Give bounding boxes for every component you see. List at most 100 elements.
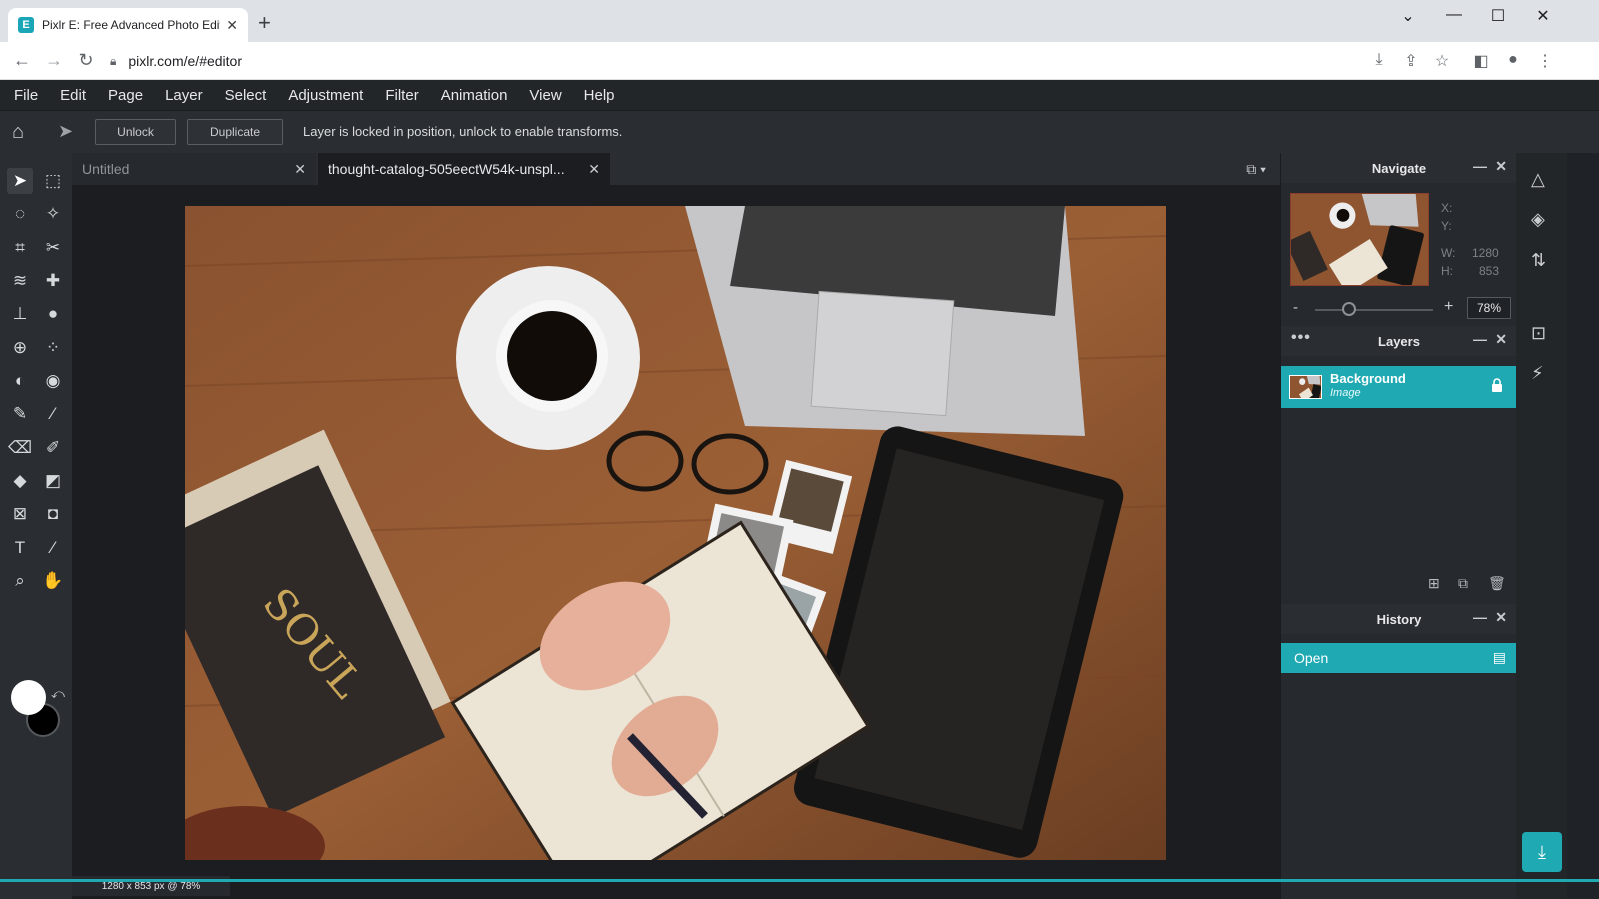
pixelate-icon[interactable]: ⁘ [40, 335, 66, 361]
liquify-icon[interactable]: ≋ [7, 268, 33, 294]
ai-icon[interactable]: ⚡︎ [1531, 363, 1544, 384]
menu-edit[interactable]: Edit [60, 87, 86, 104]
doc-tab-photo[interactable]: thought-catalog-505eectW54k-unspl... ✕ [318, 153, 610, 185]
crop-icon[interactable]: ⌗ [7, 235, 33, 261]
wand-icon[interactable]: ✧ [40, 201, 66, 227]
close-doc-tab-icon[interactable]: ✕ [294, 161, 306, 178]
menu-page[interactable]: Page [108, 87, 143, 104]
close-doc-tab-icon[interactable]: ✕ [588, 161, 600, 178]
frame-icon[interactable]: ⊠ [7, 501, 33, 527]
arrange-icon[interactable]: ➤ [7, 168, 33, 194]
pencil-icon[interactable]: ✎ [7, 401, 33, 427]
home-icon[interactable]: ⌂ [12, 121, 24, 144]
new-tab-button[interactable]: + [258, 12, 271, 34]
close-panel-icon[interactable]: ✕ [1495, 158, 1507, 175]
navigator-thumbnail[interactable] [1290, 193, 1429, 286]
arrange-tool-icon: ➤ [58, 121, 74, 141]
swap-colors-icon[interactable]: ⤺ [51, 686, 65, 702]
browser-tab[interactable]: E Pixlr E: Free Advanced Photo Edit ✕ [8, 8, 248, 42]
cutout-icon[interactable]: ✂ [40, 235, 66, 261]
close-panel-icon[interactable]: ✕ [1495, 609, 1507, 626]
history-item-label: Open [1294, 650, 1329, 666]
fit-icon[interactable]: ⊡ [1531, 323, 1546, 344]
zoom-in-button[interactable]: + [1444, 298, 1453, 316]
bookmark-star-icon[interactable]: ☆ [1432, 51, 1452, 71]
zoom-slider[interactable] [1315, 309, 1433, 311]
navigator-thumbnail-image [1291, 194, 1428, 285]
menu-view[interactable]: View [529, 87, 561, 104]
menu-filter[interactable]: Filter [385, 87, 418, 104]
clone-icon[interactable]: ⊥ [7, 301, 33, 327]
sponge-icon[interactable]: ⊕ [7, 335, 33, 361]
minimize-panel-icon[interactable]: — [1473, 331, 1487, 347]
download-button[interactable]: ⤓ [1522, 832, 1562, 872]
layers-header: ••• Layers — ✕ [1281, 326, 1517, 356]
eraser-icon[interactable]: ⌫ [7, 435, 33, 461]
fill-icon[interactable]: ◆ [7, 468, 33, 494]
reload-icon[interactable]: ↻ [75, 50, 97, 71]
close-window-button[interactable]: ✕ [1523, 6, 1563, 26]
zoom-icon[interactable]: ⌕ [7, 568, 33, 594]
share-icon[interactable]: ⇪ [1401, 51, 1421, 71]
color-replace-icon[interactable]: ✐ [40, 435, 66, 461]
foreground-color-swatch[interactable] [11, 680, 46, 715]
layer-item-background[interactable]: Background Image [1281, 366, 1517, 408]
minimize-panel-icon[interactable]: — [1473, 609, 1487, 625]
back-icon[interactable]: ← [11, 50, 33, 71]
marquee-icon[interactable]: ⬚ [40, 168, 66, 194]
doc-tab-label: Untitled [82, 161, 130, 177]
url-field[interactable]: 🔒︎ pixlr.com/e/#editor [110, 47, 1360, 75]
hand-icon[interactable]: ✋ [40, 568, 66, 594]
pixlr-app: File Edit Page Layer Select Adjustment F… [0, 80, 1599, 899]
history-icon[interactable]: ⇅ [1531, 250, 1546, 271]
shape-icon[interactable]: ◘ [40, 501, 66, 527]
app-menubar: File Edit Page Layer Select Adjustment F… [0, 80, 1599, 110]
blur-icon[interactable]: ● [40, 301, 66, 327]
eyedropper-icon[interactable]: ⁄ [40, 535, 66, 561]
text-icon[interactable]: T [7, 535, 33, 561]
menu-help[interactable]: Help [584, 87, 615, 104]
add-layer-icon[interactable]: ⊞ [1428, 575, 1440, 592]
lock-icon[interactable] [1491, 378, 1503, 392]
window-mode-icon[interactable]: ⧉ ▾ [1246, 161, 1266, 178]
minimize-panel-icon[interactable]: — [1473, 158, 1487, 174]
lasso-icon[interactable]: ◌ [7, 201, 33, 227]
dodge-icon[interactable]: ◐ [7, 368, 33, 394]
layers-title: Layers [1378, 333, 1420, 349]
profile-avatar-icon[interactable]: ● [1503, 51, 1523, 69]
brush-icon[interactable]: ⁄ [40, 401, 66, 427]
duplicate-layer-icon[interactable]: ⧉ [1458, 575, 1468, 592]
close-tab-icon[interactable]: ✕ [226, 17, 238, 34]
install-app-icon[interactable]: ⤓ [1369, 51, 1389, 69]
history-item-open[interactable]: Open ▤ [1281, 643, 1517, 673]
maximize-window-button[interactable]: ☐ [1478, 6, 1518, 26]
close-panel-icon[interactable]: ✕ [1495, 331, 1507, 348]
image-canvas[interactable]: SOUL [185, 206, 1166, 860]
burn-icon[interactable]: ◉ [40, 368, 66, 394]
unlock-button[interactable]: Unlock [95, 119, 176, 145]
gradient-icon[interactable]: ◩ [40, 468, 66, 494]
navigate-header: Navigate — ✕ [1281, 153, 1517, 183]
tab-search-icon[interactable]: ⌄ [1388, 6, 1428, 26]
menu-layer[interactable]: Layer [165, 87, 203, 104]
minimize-window-button[interactable]: — [1434, 6, 1474, 24]
menu-file[interactable]: File [14, 87, 38, 104]
doc-tab-untitled[interactable]: Untitled ✕ [72, 153, 316, 185]
browser-menu-icon[interactable]: ⋮ [1535, 51, 1555, 71]
layer-options-icon[interactable]: ••• [1291, 329, 1311, 347]
duplicate-button[interactable]: Duplicate [187, 119, 283, 145]
height-label: H: [1441, 264, 1453, 278]
zoom-input[interactable]: 78% [1467, 297, 1511, 319]
side-panel-icon[interactable]: ◧ [1471, 51, 1491, 71]
menu-animation[interactable]: Animation [441, 87, 508, 104]
layer-actions: ⊞ ⧉ 🗑︎ [1281, 569, 1517, 599]
zoom-slider-handle[interactable] [1342, 302, 1356, 316]
zoom-out-button[interactable]: - [1293, 299, 1298, 316]
adjust-icon[interactable]: △ [1531, 169, 1545, 190]
heal-icon[interactable]: ✚ [40, 268, 66, 294]
menu-select[interactable]: Select [225, 87, 267, 104]
layers-icon[interactable]: ◈ [1531, 209, 1545, 230]
forward-icon[interactable]: → [43, 50, 65, 71]
menu-adjustment[interactable]: Adjustment [288, 87, 363, 104]
delete-layer-icon[interactable]: 🗑︎ [1488, 575, 1506, 592]
